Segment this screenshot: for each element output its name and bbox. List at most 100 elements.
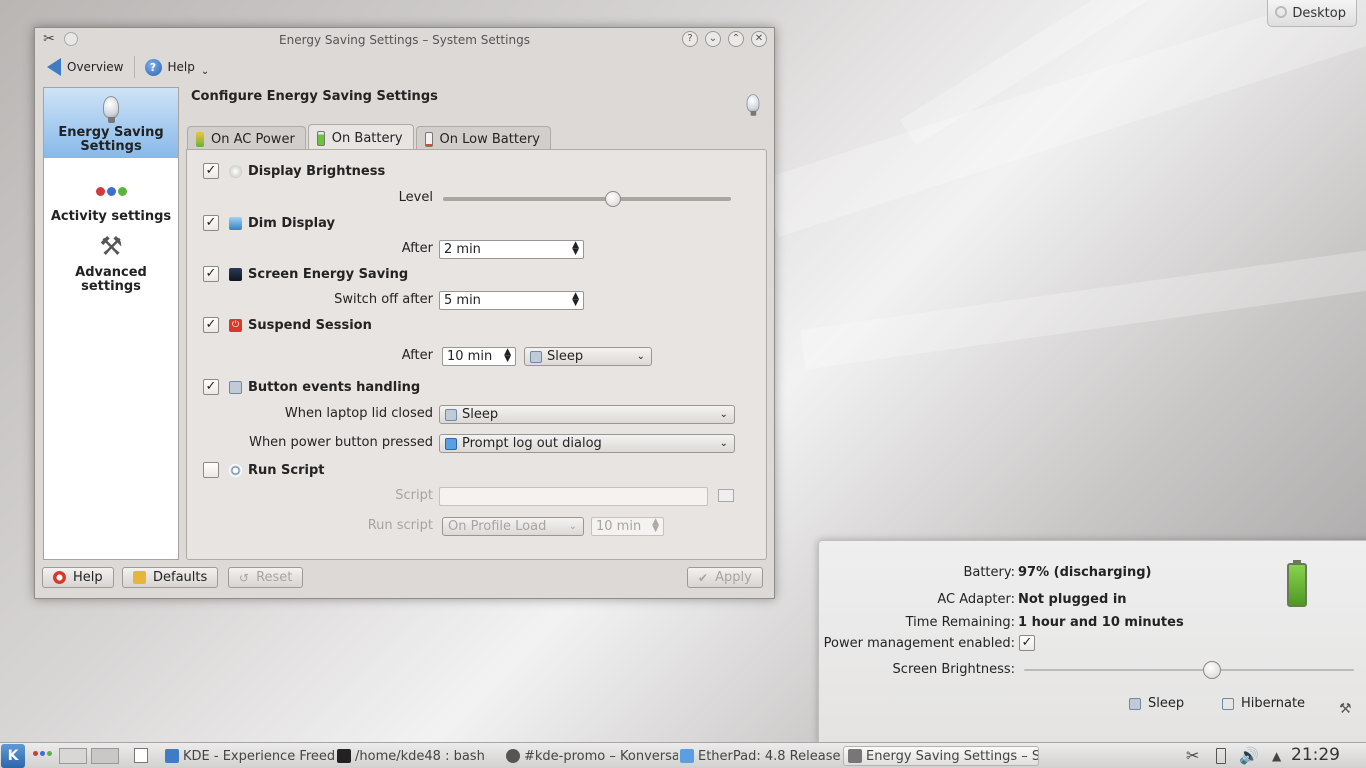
chat-icon <box>506 749 520 763</box>
minimize-button[interactable]: ⌄ <box>705 31 721 47</box>
apply-button[interactable]: ✔ Apply <box>687 567 763 588</box>
spinbox-value: 10 min <box>596 519 642 534</box>
battery-monitor-popup: Battery: 97% (discharging) AC Adapter: N… <box>818 540 1366 743</box>
section-title: Dim Display <box>248 215 335 231</box>
sidebar-item-label: Advanced settings <box>75 265 147 294</box>
spin-arrows-icon[interactable]: ▲ ▼ <box>572 241 579 257</box>
button-label: Help <box>73 570 103 585</box>
run-script-time-spinbox[interactable]: 10 min ▲ ▼ <box>591 517 664 536</box>
lifebuoy-icon <box>53 571 66 584</box>
system-settings-window: ✂ Energy Saving Settings – System Settin… <box>34 27 775 599</box>
tab-on-battery[interactable]: On Battery <box>307 124 414 151</box>
chevron-down-icon: ⌄ <box>719 438 728 449</box>
tools-icon[interactable]: ✂ <box>41 31 57 47</box>
overview-button[interactable]: Overview <box>41 58 130 76</box>
dim-display-checkbox[interactable]: ✓ <box>203 215 219 231</box>
run-script-select[interactable]: On Profile Load ⌄ <box>442 517 584 536</box>
dim-display-spinbox[interactable]: 2 min ▲ ▼ <box>439 240 584 259</box>
sleep-button[interactable]: Sleep <box>1129 696 1184 711</box>
button-label: Defaults <box>153 570 208 585</box>
suspend-time-spinbox[interactable]: 10 min ▲ ▼ <box>442 347 516 366</box>
brightness-slider-track[interactable] <box>443 197 731 201</box>
run-script-label: Run script <box>367 518 433 533</box>
pager-desktop-1[interactable] <box>59 748 87 764</box>
spin-arrows-icon[interactable]: ▲ ▼ <box>572 292 579 308</box>
volume-icon[interactable]: 🔊 <box>1239 746 1259 765</box>
tab-on-low-battery[interactable]: On Low Battery <box>415 126 551 151</box>
suspend-session-checkbox[interactable]: ✓ <box>203 317 219 333</box>
display-brightness-checkbox[interactable]: ✓ <box>203 163 219 179</box>
script-label: Script <box>395 488 433 503</box>
bulb-icon <box>97 92 125 123</box>
hibernate-icon <box>1222 697 1234 710</box>
sleep-icon <box>1129 697 1141 710</box>
spin-arrows-icon[interactable]: ▲ ▼ <box>504 348 511 364</box>
configure-wrench-icon[interactable]: ⚒ <box>1339 701 1352 717</box>
screen-energy-saving-spinbox[interactable]: 5 min ▲ ▼ <box>439 291 584 310</box>
application-launcher-button[interactable]: K <box>1 744 25 768</box>
lid-closed-select[interactable]: Sleep ⌄ <box>439 405 735 424</box>
power-button-select[interactable]: Prompt log out dialog ⌄ <box>439 434 735 453</box>
chevron-down-icon: ⌄ <box>636 351 645 362</box>
help-titlebar-button[interactable]: ? <box>682 31 698 47</box>
power-management-checkbox[interactable]: ✓ <box>1019 635 1035 651</box>
spin-arrows-icon[interactable]: ▲ ▼ <box>652 518 659 534</box>
clipboard-icon[interactable] <box>134 748 148 763</box>
script-path-input[interactable] <box>439 487 708 506</box>
browser-icon <box>680 749 694 763</box>
task-kde-browser[interactable]: KDE - Experience Freedom! <box>165 746 335 766</box>
run-script-row: Run Script <box>203 462 325 478</box>
task-etherpad[interactable]: EtherPad: 4.8 Release An <box>680 746 840 766</box>
tray-expand-icon[interactable]: ▲ <box>1272 749 1281 763</box>
reset-button[interactable]: ↺ Reset <box>228 567 304 588</box>
defaults-button[interactable]: Defaults <box>122 567 219 588</box>
close-button[interactable]: ✕ <box>751 31 767 47</box>
select-value: Prompt log out dialog <box>462 436 602 451</box>
pager-desktop-2[interactable] <box>91 748 119 764</box>
suspend-action-select[interactable]: Sleep ⌄ <box>524 347 652 366</box>
screen-brightness-knob[interactable] <box>1203 661 1222 679</box>
task-konversation[interactable]: #kde-promo – Konversation <box>506 746 678 766</box>
power-button-label: When power button pressed <box>249 435 433 450</box>
sidebar-item-advanced[interactable]: ⚒ Advanced settings <box>44 228 178 298</box>
brightness-slider-knob[interactable] <box>604 191 621 207</box>
screen-energy-saving-checkbox[interactable]: ✓ <box>203 266 219 282</box>
pin-icon[interactable] <box>64 32 78 46</box>
section-title: Button events handling <box>248 379 421 395</box>
task-energy-settings[interactable]: Energy Saving Settings – S <box>843 746 1039 766</box>
title-bar[interactable]: ✂ Energy Saving Settings – System Settin… <box>35 28 774 52</box>
back-arrow-icon <box>47 58 61 76</box>
screen-brightness-track[interactable] <box>1024 669 1354 671</box>
scissors-icon[interactable]: ✂ <box>1186 746 1199 765</box>
sidebar-item-activity[interactable]: Activity settings <box>44 158 178 228</box>
switch-off-label: Switch off after <box>334 292 433 307</box>
taskbar: K KDE - Experience Freedom! /home/kde48 … <box>0 742 1366 768</box>
clock[interactable]: 21:29 <box>1291 745 1340 765</box>
desktop-button[interactable]: Desktop <box>1267 0 1357 27</box>
button-events-checkbox[interactable]: ✓ <box>203 379 219 395</box>
screen-brightness-label: Screen Brightness: <box>892 662 1015 677</box>
task-label: Energy Saving Settings – S <box>866 748 1039 764</box>
sleep-icon <box>229 380 242 394</box>
help-button[interactable]: Help <box>42 567 114 588</box>
chevron-down-icon: ⌄ <box>568 521 577 532</box>
task-label: KDE - Experience Freedom! <box>183 748 335 764</box>
maximize-button[interactable]: ⌃ <box>728 31 744 47</box>
battery-tray-icon[interactable] <box>1216 748 1226 764</box>
window-title: Energy Saving Settings – System Settings <box>279 33 530 47</box>
settings-panel: ✓ Display Brightness Level ✓ Dim Display… <box>186 149 767 560</box>
hibernate-button[interactable]: Hibernate <box>1222 696 1305 711</box>
help-menu-button[interactable]: ? Help ⌄ <box>139 58 216 77</box>
open-file-icon[interactable] <box>718 489 734 502</box>
sidebar-item-energy-saving[interactable]: Energy Saving Settings <box>44 88 178 158</box>
task-terminal[interactable]: /home/kde48 : bash <box>337 746 502 766</box>
tab-on-ac-power[interactable]: On AC Power <box>187 126 306 151</box>
lid-closed-label: When laptop lid closed <box>284 406 433 421</box>
suspend-session-row: ✓ ⏻ Suspend Session <box>203 317 372 333</box>
tab-label: On AC Power <box>211 131 295 147</box>
activity-dots-icon <box>95 176 127 206</box>
toolbar-separator <box>133 56 135 78</box>
run-script-checkbox[interactable] <box>203 462 219 478</box>
tools-icon <box>848 749 862 763</box>
activity-dots-icon[interactable] <box>33 751 52 756</box>
